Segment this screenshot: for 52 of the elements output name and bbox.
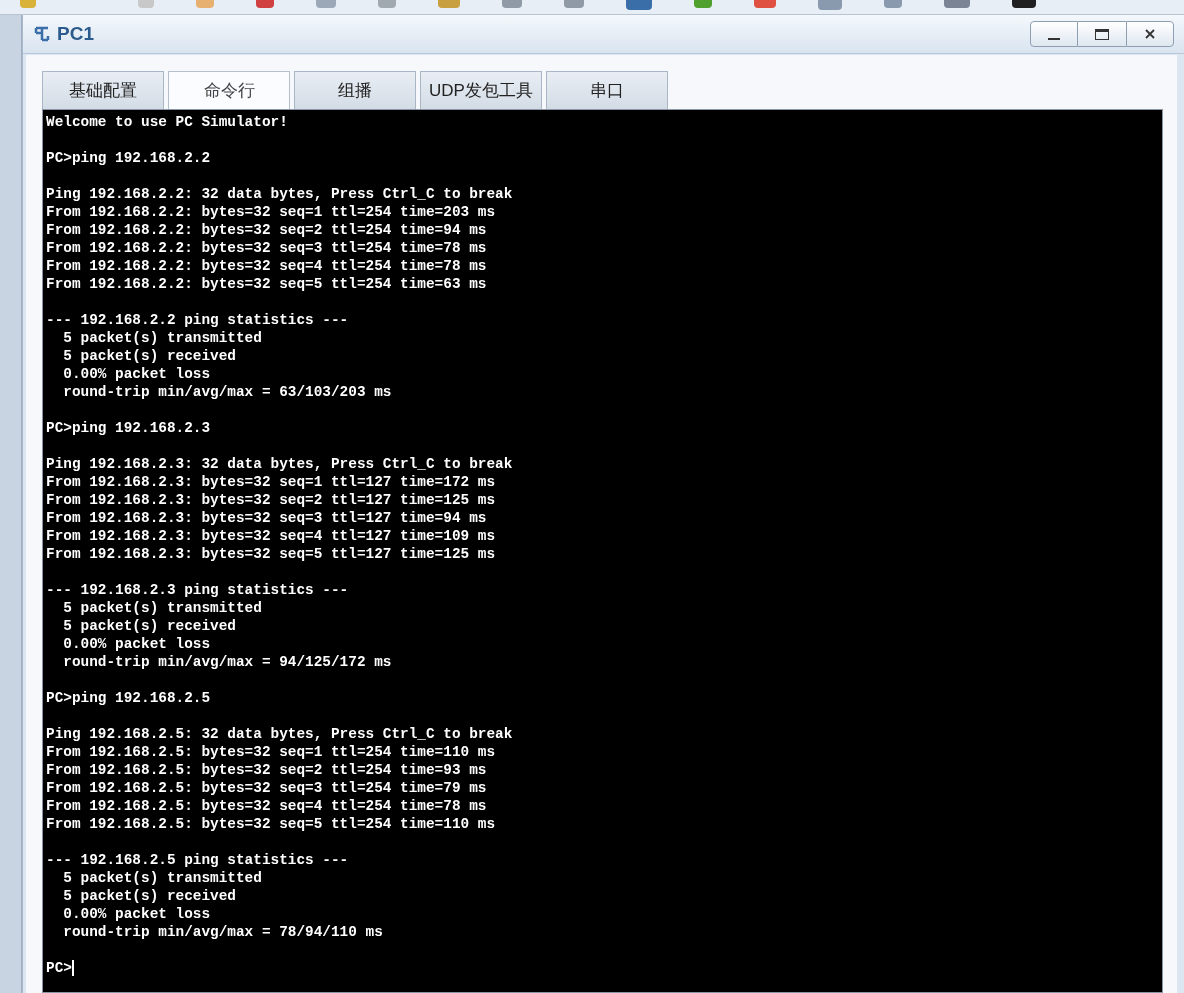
terminal-line: 5 packet(s) transmitted <box>62 329 263 347</box>
terminal-line: 5 packet(s) received <box>62 887 237 905</box>
maximize-button[interactable] <box>1078 21 1126 47</box>
tab[interactable]: 串口 <box>546 71 668 109</box>
network-icon <box>33 24 51 44</box>
terminal-line: round-trip min/avg/max = 94/125/172 ms <box>62 653 393 671</box>
terminal-line: 0.00% packet loss <box>62 365 212 383</box>
terminal-line: PC>ping 192.168.2.2 <box>46 149 212 167</box>
close-button[interactable] <box>1126 21 1174 47</box>
terminal-line: Welcome to use PC Simulator! <box>46 113 289 131</box>
terminal-line: From 192.168.2.3: bytes=32 seq=2 ttl=127 time=125 ms <box>46 491 497 509</box>
terminal-line: From 192.168.2.3: bytes=32 seq=4 ttl=127 time=109 ms <box>46 527 497 545</box>
window-title: PC1 <box>57 21 94 46</box>
maximize-icon <box>1095 28 1109 40</box>
terminal-line: From 192.168.2.5: bytes=32 seq=2 ttl=254 time=93 ms <box>46 761 488 779</box>
tab[interactable]: UDP发包工具 <box>420 71 542 109</box>
terminal-line: From 192.168.2.2: bytes=32 seq=2 ttl=254 time=94 ms <box>46 221 488 239</box>
terminal-line: From 192.168.2.5: bytes=32 seq=3 ttl=254 time=79 ms <box>46 779 488 797</box>
tab[interactable]: 组播 <box>294 71 416 109</box>
toolbar-icon[interactable] <box>1012 0 1036 8</box>
terminal-line: From 192.168.2.5: bytes=32 seq=5 ttl=254 time=110 ms <box>46 815 497 833</box>
text-cursor <box>71 960 74 976</box>
terminal-line: From 192.168.2.3: bytes=32 seq=1 ttl=127 time=172 ms <box>46 473 497 491</box>
minimize-icon <box>1048 38 1060 40</box>
terminal-line: round-trip min/avg/max = 78/94/110 ms <box>62 923 384 941</box>
terminal-line: From 192.168.2.2: bytes=32 seq=3 ttl=254 time=78 ms <box>46 239 488 257</box>
terminal-line: From 192.168.2.2: bytes=32 seq=5 ttl=254 time=63 ms <box>46 275 488 293</box>
command-prompt: PC> <box>46 959 72 977</box>
terminal-line: Ping 192.168.2.2: 32 data bytes, Press Ctrl_C to break <box>46 185 514 203</box>
terminal-line: PC>ping 192.168.2.3 <box>46 419 212 437</box>
tab[interactable]: 命令行 <box>168 71 290 109</box>
terminal-line: From 192.168.2.3: bytes=32 seq=3 ttl=127 time=94 ms <box>46 509 488 527</box>
close-icon <box>1144 28 1156 40</box>
terminal-line: From 192.168.2.2: bytes=32 seq=1 ttl=254 time=203 ms <box>46 203 497 221</box>
terminal-line: 5 packet(s) received <box>62 617 237 635</box>
terminal-line: From 192.168.2.5: bytes=32 seq=1 ttl=254 time=110 ms <box>46 743 497 761</box>
terminal-line: 0.00% packet loss <box>62 635 212 653</box>
terminal-line: 0.00% packet loss <box>62 905 212 923</box>
terminal-line: 5 packet(s) transmitted <box>62 599 263 617</box>
terminal-line: --- 192.168.2.3 ping statistics --- <box>46 581 350 599</box>
terminal-line: From 192.168.2.2: bytes=32 seq=4 ttl=254 time=78 ms <box>46 257 488 275</box>
terminal-line: Ping 192.168.2.3: 32 data bytes, Press Ctrl_C to break <box>46 455 514 473</box>
terminal-line: 5 packet(s) received <box>62 347 237 365</box>
terminal-line: 5 packet(s) transmitted <box>62 869 263 887</box>
tab[interactable]: 基础配置 <box>42 71 164 109</box>
terminal-line: --- 192.168.2.5 ping statistics --- <box>46 851 350 869</box>
terminal-line: From 192.168.2.5: bytes=32 seq=4 ttl=254 time=78 ms <box>46 797 488 815</box>
terminal-line: --- 192.168.2.2 ping statistics --- <box>46 311 350 329</box>
terminal-line: PC>ping 192.168.2.5 <box>46 689 212 707</box>
terminal-line: Ping 192.168.2.5: 32 data bytes, Press Ctrl_C to break <box>46 725 514 743</box>
terminal-line: round-trip min/avg/max = 63/103/203 ms <box>62 383 393 401</box>
terminal-line: From 192.168.2.3: bytes=32 seq=5 ttl=127 time=125 ms <box>46 545 497 563</box>
